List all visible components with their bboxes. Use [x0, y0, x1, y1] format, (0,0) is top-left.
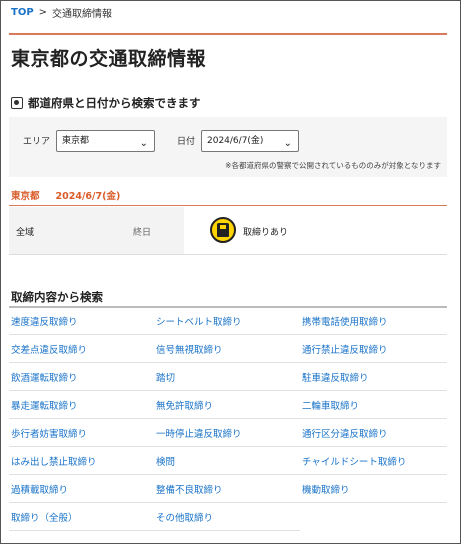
page-title: 東京都の交通取締情報	[11, 48, 207, 70]
category-link[interactable]: 信号無視取締り	[154, 335, 300, 363]
breadcrumb-separator: >	[38, 7, 48, 18]
category-link[interactable]: 整備不良取締り	[154, 475, 300, 503]
category-link[interactable]: 通行区分違反取締り	[300, 419, 447, 447]
category-link[interactable]: チャイルドシート取締り	[300, 447, 447, 475]
date-select-value: 2024/6/7(金)	[207, 136, 264, 146]
chevron-down-icon: ⌄	[139, 138, 148, 149]
result-header: 東京都 2024/6/7(金)	[11, 188, 120, 202]
category-link[interactable]: 交差点違反取締り	[9, 335, 154, 363]
area-select-value: 東京都	[62, 136, 90, 146]
search-icon	[11, 97, 23, 109]
breadcrumb: TOP > 交通取締情報	[11, 5, 112, 20]
category-link[interactable]: 携帯電話使用取締り	[300, 307, 447, 335]
result-row-time: 終日	[133, 228, 152, 238]
category-link[interactable]: 二輪車取締り	[300, 391, 447, 419]
category-link[interactable]: その他取締り	[154, 503, 300, 531]
result-row-divider	[9, 254, 447, 255]
result-row-left: 全域 終日	[9, 207, 184, 254]
category-link[interactable]: 駐車違反取締り	[300, 363, 447, 391]
result-row-right: 取締りあり	[184, 207, 447, 254]
category-grid: 速度違反取締り シートベルト取締り 携帯電話使用取締り 交差点違反取締り 信号無…	[9, 307, 447, 531]
category-link[interactable]: 検問	[154, 447, 300, 475]
result-row-status: 取締りあり	[243, 228, 289, 238]
category-link[interactable]: はみ出し禁止取締り	[9, 447, 154, 475]
title-divider	[9, 33, 447, 35]
category-link[interactable]: 暴走運転取締り	[9, 391, 154, 419]
date-select[interactable]: 2024/6/7(金) ⌄	[201, 130, 299, 152]
area-label: エリア	[23, 137, 51, 147]
search-box: エリア 東京都 ⌄ 日付 2024/6/7(金) ⌄ ※各都道府県の警察で公開さ…	[9, 117, 447, 177]
category-link[interactable]: 踏切	[154, 363, 300, 391]
result-row-area: 全域	[16, 228, 35, 238]
date-label: 日付	[177, 137, 196, 147]
result-divider	[9, 205, 447, 206]
search-section-heading: 都道府県と日付から検索できます	[11, 95, 201, 111]
breadcrumb-current: 交通取締情報	[52, 9, 113, 20]
breadcrumb-top-link[interactable]: TOP	[11, 7, 34, 18]
result-area: 東京都	[11, 191, 40, 202]
category-title: 取締内容から検索	[11, 290, 103, 304]
category-link[interactable]: 無免許取締り	[154, 391, 300, 419]
police-icon	[210, 217, 236, 243]
search-note: ※各都道府県の警察で公開されているもののみが対象となります	[225, 161, 441, 170]
category-link[interactable]: 取締り（全般）	[9, 503, 154, 531]
result-date: 2024/6/7(金)	[55, 191, 121, 202]
category-link[interactable]: シートベルト取締り	[154, 307, 300, 335]
category-link[interactable]: 過積載取締り	[9, 475, 154, 503]
category-link[interactable]: 飲酒運転取締り	[9, 363, 154, 391]
area-select[interactable]: 東京都 ⌄	[56, 130, 155, 152]
category-link[interactable]: 機動取締り	[300, 475, 447, 503]
chevron-down-icon: ⌄	[283, 138, 292, 149]
search-heading-text: 都道府県と日付から検索できます	[28, 96, 201, 110]
category-link[interactable]: 速度違反取締り	[9, 307, 154, 335]
category-link[interactable]: 通行禁止違反取締り	[300, 335, 447, 363]
category-link[interactable]: 歩行者妨害取締り	[9, 419, 154, 447]
category-link[interactable]: 一時停止違反取締り	[154, 419, 300, 447]
